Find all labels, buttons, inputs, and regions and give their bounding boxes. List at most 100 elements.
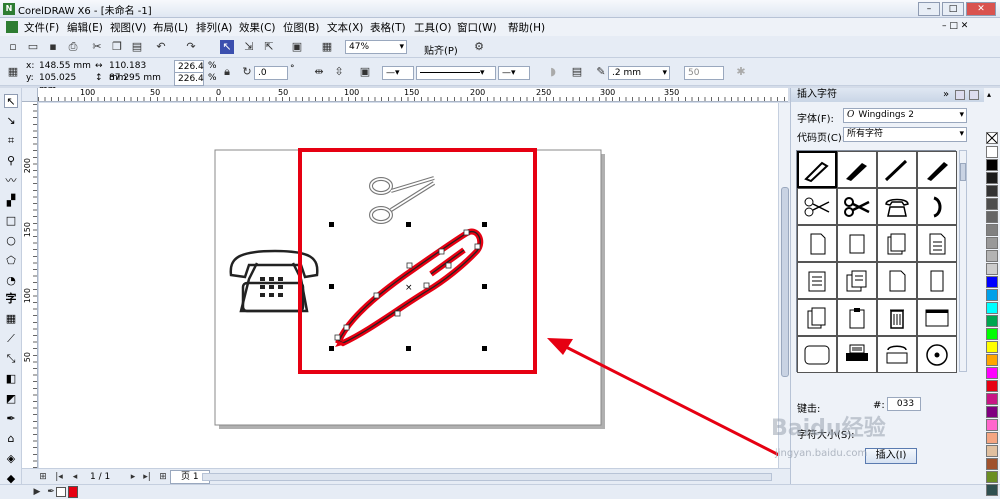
color-swatch[interactable] [986,471,998,483]
codepage-select[interactable]: 所有字符 ▾ [843,127,967,142]
color-swatch[interactable] [986,458,998,470]
fill-tool-icon[interactable]: ◈ [4,452,18,466]
prev-page-icon[interactable]: ◂ [68,470,82,484]
outline-width-select[interactable]: .2 mm ▾ [608,66,670,80]
color-swatch[interactable] [986,302,998,314]
glyph-lined-page[interactable] [797,262,837,299]
glyph-rounded-rect[interactable] [797,336,837,373]
glyph-folded-page[interactable] [877,262,917,299]
color-swatch[interactable] [986,224,998,236]
color-swatch[interactable] [986,146,998,158]
maximize-button[interactable]: □ [942,2,964,16]
drawing-surface[interactable]: × [39,103,779,468]
color-swatch[interactable] [986,445,998,457]
glyph-window[interactable] [917,299,957,336]
menu-window[interactable]: 窗口(W) [457,20,497,35]
character-code-field[interactable]: 033 [887,397,921,411]
color-swatch[interactable] [986,263,998,275]
import-icon[interactable]: ⇲ [242,40,256,54]
shape-tool-icon[interactable]: ↘ [4,114,18,128]
glyph-pen-selected[interactable] [797,151,837,188]
open-icon[interactable]: ▭ [26,40,40,54]
font-select[interactable]: O Wingdings 2 ▾ [843,108,967,123]
glyph-page[interactable] [837,225,877,262]
new-icon[interactable]: ▫ [6,40,20,54]
mirror-horizontal-icon[interactable]: ⇹ [312,65,326,79]
first-page-icon[interactable]: |◂ [52,470,66,484]
color-swatch[interactable] [986,315,998,327]
options-icon[interactable]: ⚙ [472,40,486,54]
glyph-fax[interactable] [877,336,917,373]
menu-table[interactable]: 表格(T) [370,20,406,35]
basic-shapes-tool-icon[interactable]: ◔ [4,274,18,288]
object-origin-icon[interactable]: ▦ [6,65,20,79]
glyph-pages[interactable] [877,225,917,262]
color-swatch[interactable] [986,341,998,353]
rotate-icon[interactable]: ↻ [240,65,254,79]
copy-icon[interactable]: ❐ [110,40,124,54]
outline-tool-icon[interactable]: ⌂ [4,432,18,446]
color-swatch[interactable] [986,159,998,171]
menu-tools[interactable]: 工具(O) [414,20,451,35]
menu-layout[interactable]: 布局(L) [153,20,188,35]
text-wrap-icon[interactable]: ▤ [570,65,584,79]
pick-tool-icon[interactable]: ↖ [4,94,18,108]
transparency-field[interactable]: 50 [684,66,724,80]
color-swatch[interactable] [986,211,998,223]
glyph-scissors-outline[interactable] [797,188,837,225]
menu-help[interactable]: 帮助(H) [508,20,545,35]
fill-none-swatch[interactable] [56,487,66,497]
lock-ratio-icon[interactable]: 🔒︎ [220,65,234,79]
height-field[interactable]: 87.295 mm [106,72,166,86]
glyph-scissors[interactable] [837,188,877,225]
glyph-text-document[interactable] [917,225,957,262]
text-tool-icon[interactable]: 字 [4,292,18,306]
connector-tool-icon[interactable]: ⤡ [4,352,18,366]
color-swatch[interactable] [986,380,998,392]
doc-window-controls[interactable]: – □ ✕ [942,21,968,31]
docker-close-icon[interactable] [969,90,979,100]
vertical-ruler[interactable]: 200 150 100 50 [22,102,38,468]
color-swatch[interactable] [986,367,998,379]
table-tool-icon[interactable]: ▦ [4,312,18,326]
horizontal-scrollbar[interactable] [202,473,772,481]
freehand-tool-icon[interactable]: 〰 [4,174,18,188]
menu-effects[interactable]: 效果(C) [239,20,276,35]
color-swatch[interactable] [986,354,998,366]
glyph-printer[interactable] [837,336,877,373]
zoom-tool-icon[interactable]: ⚲ [4,154,18,168]
color-swatch[interactable] [986,484,998,496]
color-swatch[interactable] [986,406,998,418]
polygon-tool-icon[interactable]: ⬠ [4,254,18,268]
color-swatch[interactable] [986,185,998,197]
color-swatch[interactable] [986,237,998,249]
glyph-fountain-pen[interactable] [837,151,877,188]
play-icon[interactable]: ▶ [30,485,44,499]
menu-bitmaps[interactable]: 位图(B) [283,20,319,35]
color-swatch[interactable] [986,250,998,262]
rectangle-tool-icon[interactable]: □ [4,214,18,228]
document-icon[interactable] [6,21,18,33]
transparency-tool-icon[interactable]: ◩ [4,392,18,406]
undo-icon[interactable]: ↶ [154,40,168,54]
ellipse-tool-icon[interactable]: ○ [4,234,18,248]
paste-icon[interactable]: ▤ [130,40,144,54]
mirror-vertical-icon[interactable]: ⇳ [332,65,346,79]
glyph-scrollbar[interactable] [959,150,967,372]
cut-icon[interactable]: ✂ [90,40,104,54]
menu-view[interactable]: 视图(V) [110,20,146,35]
color-swatch[interactable] [986,289,998,301]
color-swatch[interactable] [986,328,998,340]
collapse-icon[interactable]: » [943,88,949,102]
horizontal-ruler[interactable]: 100 50 0 50 100 150 200 250 300 350 [38,88,788,102]
ruler-corner[interactable] [22,88,38,102]
start-arrow-select[interactable]: —▾ [382,66,414,80]
menu-text[interactable]: 文本(X) [327,20,363,35]
glyph-clipboard[interactable] [837,299,877,336]
line-style-select[interactable]: ▾ [416,66,496,80]
smart-fill-tool-icon[interactable]: ▞ [4,194,18,208]
close-button[interactable]: ✕ [966,2,996,16]
outline-color-swatch[interactable] [68,486,78,498]
menu-arrange[interactable]: 排列(A) [196,20,232,35]
glyph-copies[interactable] [797,299,837,336]
